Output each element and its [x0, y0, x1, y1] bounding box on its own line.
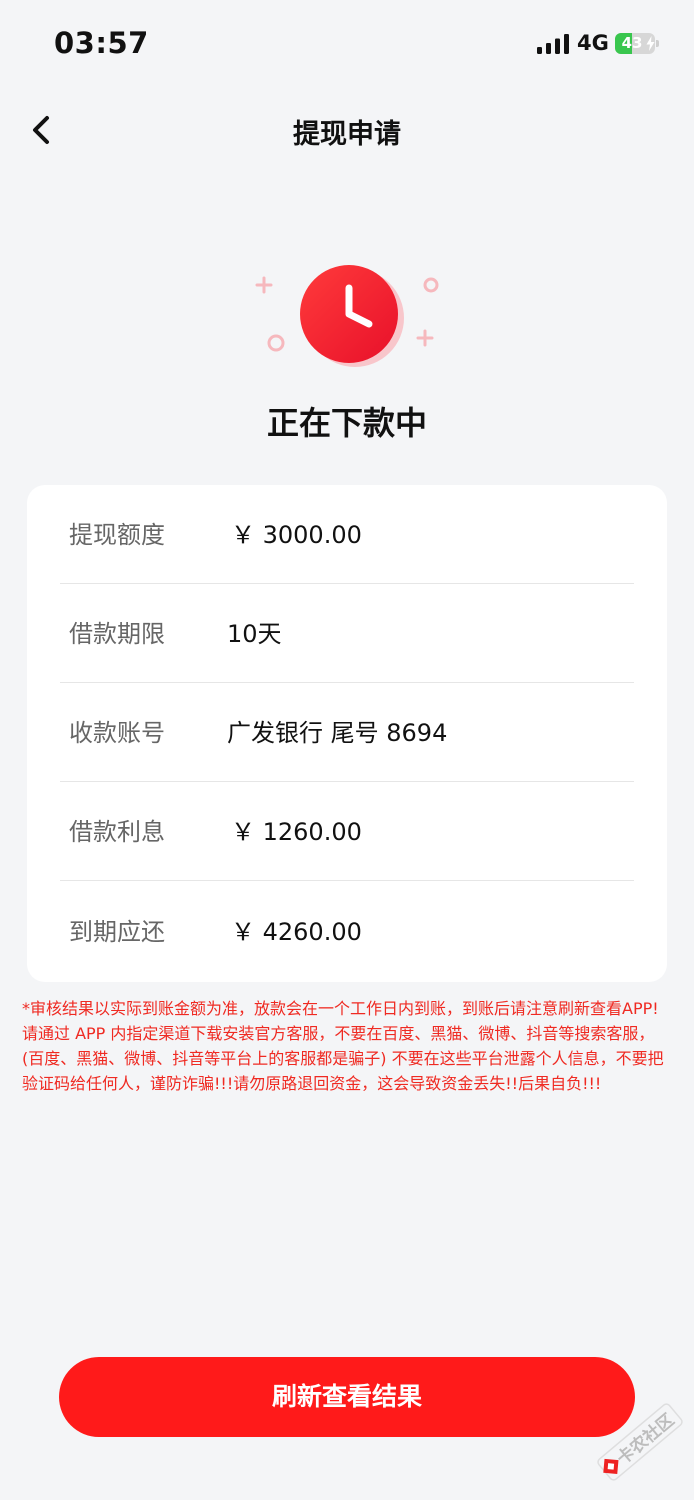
- detail-label: 提现额度: [69, 521, 165, 549]
- status-bar: 03:57 4G 43: [0, 0, 694, 90]
- battery-icon: 43: [615, 33, 659, 54]
- detail-row-amount: 提现额度 ￥ 3000.00: [60, 485, 634, 584]
- detail-value: ￥ 4260.00: [231, 918, 362, 946]
- detail-row-term: 借款期限 10天: [60, 584, 634, 683]
- network-label: 4G: [577, 31, 609, 55]
- charging-bolt-icon: [646, 36, 655, 51]
- status-time: 03:57: [54, 26, 149, 60]
- signal-icon: [537, 34, 569, 54]
- warning-notice: *审核结果以实际到账金额为准，放款会在一个工作日内到账，到账后请注意刷新查看AP…: [22, 999, 664, 1093]
- detail-label: 借款期限: [69, 620, 165, 648]
- withdrawal-details-card: 提现额度 ￥ 3000.00 借款期限 10天 收款账号 广发银行 尾号 869…: [27, 485, 667, 982]
- detail-value: ￥ 3000.00: [231, 521, 362, 549]
- watermark-logo: 卡农社区: [597, 1403, 683, 1481]
- detail-label: 到期应还: [69, 918, 165, 946]
- detail-row-account: 收款账号 广发银行 尾号 8694: [60, 683, 634, 782]
- detail-row-interest: 借款利息 ￥ 1260.00: [60, 782, 634, 881]
- refresh-result-button[interactable]: 刷新查看结果: [59, 1357, 635, 1437]
- status-title: 正在下款中: [266, 404, 427, 442]
- page-title: 提现申请: [293, 119, 401, 150]
- clock-icon: [255, 265, 439, 367]
- detail-value: 广发银行 尾号 8694: [227, 719, 448, 747]
- detail-row-repayment: 到期应还 ￥ 4260.00: [60, 882, 634, 981]
- battery-level: 43: [621, 34, 643, 52]
- detail-value: ￥ 1260.00: [231, 818, 362, 846]
- detail-label: 收款账号: [69, 719, 165, 747]
- detail-value: 10天: [227, 620, 282, 648]
- detail-label: 借款利息: [69, 818, 165, 846]
